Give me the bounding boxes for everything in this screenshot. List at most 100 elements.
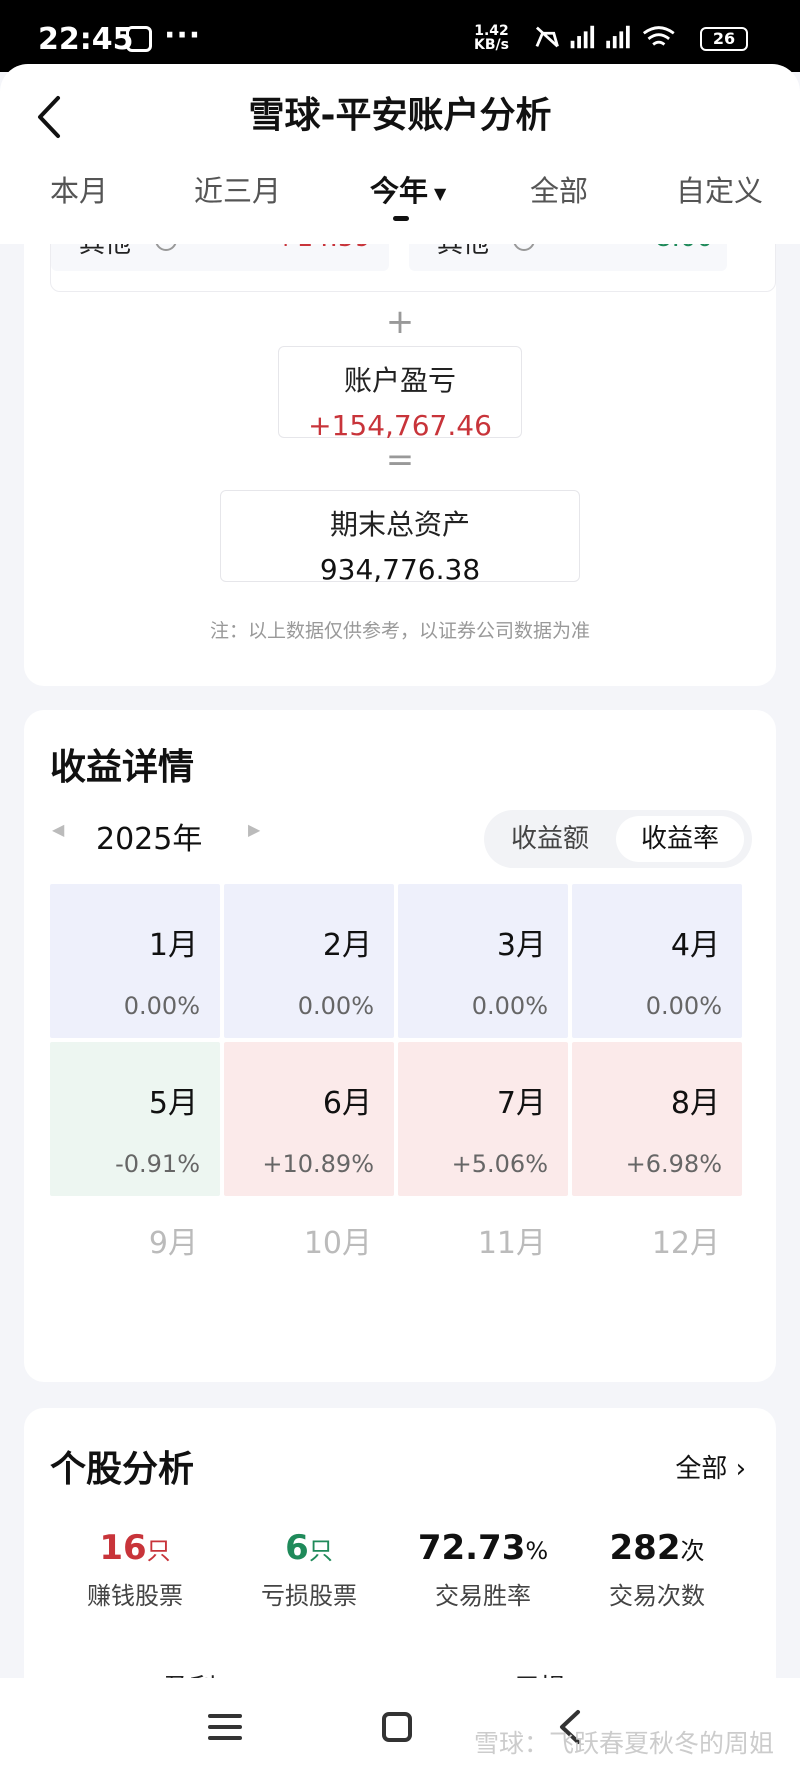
equals-sign: =: [385, 440, 415, 480]
tab-last-three-months[interactable]: 近三月: [194, 168, 281, 210]
month-label: 4月: [670, 928, 720, 963]
month-label: 12月: [651, 1226, 720, 1261]
month-cell[interactable]: 6月 +10.89%: [224, 1042, 394, 1196]
stat-unit: 只: [146, 1537, 171, 1565]
tab-this-year-label: 今年: [370, 174, 429, 208]
stat-value: 282: [609, 1528, 681, 1568]
stopwatch-icon: [126, 26, 152, 52]
stat-value: 16: [99, 1528, 147, 1568]
returns-mode-toggle: 收益额 收益率: [484, 810, 752, 868]
month-label: 5月: [148, 1086, 198, 1121]
month-cell[interactable]: 5月 -0.91%: [50, 1042, 220, 1196]
watermark-text: 雪球：飞跃春夏秋冬的周姐: [474, 1729, 775, 1758]
month-label: 7月: [496, 1086, 546, 1121]
month-cell[interactable]: 4月 0.00%: [572, 884, 742, 1038]
stat-label: 赚钱股票: [87, 1582, 183, 1610]
month-rate: -0.91%: [115, 1150, 200, 1178]
month-rate: 0.00%: [297, 992, 374, 1020]
tab-custom[interactable]: 自定义: [676, 168, 763, 210]
end-assets-value: 934,776.38: [319, 553, 481, 586]
expense-other-label: 其他: [437, 244, 490, 259]
month-label: 1月: [148, 928, 198, 963]
month-label: 6月: [322, 1086, 372, 1121]
stat-unit: 只: [308, 1537, 333, 1565]
stat-label: 交易次数: [609, 1582, 705, 1610]
end-assets-box: 期末总资产 934,776.38: [220, 490, 580, 586]
stat-value: 6: [285, 1528, 309, 1568]
stat-value: 72.73: [417, 1528, 526, 1568]
next-year-icon[interactable]: ▶: [248, 820, 260, 839]
plus-sign: +: [385, 302, 415, 342]
month-rate: 0.00%: [123, 992, 200, 1020]
expense-other-value: -8.00: [646, 244, 713, 253]
disclaimer-note: 注：以上数据仅供参考，以证券公司数据为准: [209, 620, 590, 642]
month-cell[interactable]: 7月 +5.06%: [398, 1042, 568, 1196]
toggle-rate-button[interactable]: 收益率: [616, 816, 744, 862]
more-notifications-icon: ···: [164, 18, 202, 53]
active-tab-indicator: [393, 216, 409, 221]
app-header: 雪球-平安账户分析 本月 近三月 今年 ▼ 全部 自定义: [0, 64, 800, 244]
signal-wifi-icons: [535, 25, 675, 49]
view-all-link[interactable]: 全部 ›: [675, 1448, 746, 1485]
stat-trade-count: 282次 交易次数: [572, 1528, 742, 1611]
info-icon[interactable]: i: [155, 244, 177, 251]
end-assets-label: 期末总资产: [329, 508, 470, 541]
chevron-right-icon: ›: [727, 1454, 746, 1484]
home-icon[interactable]: [372, 1702, 422, 1752]
stat-win-rate: 72.73% 交易胜率: [398, 1528, 568, 1611]
tab-all[interactable]: 全部: [530, 168, 588, 210]
battery-indicator: 26: [700, 27, 748, 51]
status-time: 22:45: [38, 22, 134, 57]
stocks-section-title: 个股分析: [50, 1449, 195, 1490]
net-speed-unit: KB/s: [474, 37, 509, 53]
stat-unit: 次: [680, 1537, 705, 1565]
stat-losing-stocks: 6只 亏损股票: [224, 1528, 394, 1611]
tab-this-year[interactable]: 今年 ▼: [370, 168, 446, 210]
month-cell: 9月: [50, 1200, 220, 1280]
month-cell[interactable]: 8月 +6.98%: [572, 1042, 742, 1196]
period-tabs: 本月 近三月 今年 ▼ 全部 自定义: [0, 160, 800, 224]
caret-down-icon: ▼: [434, 183, 447, 203]
month-rate: +10.89%: [262, 1150, 374, 1178]
stat-winning-stocks: 16只 赚钱股票: [50, 1528, 220, 1611]
returns-detail-card: 收益详情 ◀ 2025年 ▶ 收益额 收益率 1月 0.00% 2月 0.00%…: [24, 710, 776, 1382]
month-label: 9月: [148, 1226, 198, 1261]
month-label: 10月: [303, 1226, 372, 1261]
income-other-row: 其他 i +14.59: [51, 244, 389, 271]
other-items-table: 其他 i +14.59 其他 i -8.00: [50, 244, 776, 292]
prev-year-icon[interactable]: ◀: [52, 820, 64, 839]
month-cell: 12月: [572, 1200, 742, 1280]
net-speed: 1.42 KB/s: [474, 24, 509, 52]
month-rate: 0.00%: [645, 992, 722, 1020]
month-rate: +6.98%: [625, 1150, 722, 1178]
income-other-value: +14.59: [275, 244, 371, 253]
month-cell[interactable]: 1月 0.00%: [50, 884, 220, 1038]
expense-other-row: 其他 i -8.00: [409, 244, 727, 271]
month-cell[interactable]: 2月 0.00%: [224, 884, 394, 1038]
menu-icon[interactable]: [200, 1702, 250, 1752]
stat-label: 交易胜率: [435, 1582, 531, 1610]
stat-unit: %: [525, 1537, 549, 1565]
page-title: 雪球-平安账户分析: [248, 95, 552, 136]
month-label: 3月: [496, 928, 546, 963]
month-label: 8月: [670, 1086, 720, 1121]
month-cell[interactable]: 3月 0.00%: [398, 884, 568, 1038]
month-cell: 10月: [224, 1200, 394, 1280]
returns-section-title: 收益详情: [50, 747, 195, 788]
tab-this-month[interactable]: 本月: [50, 168, 108, 210]
toggle-amount-button[interactable]: 收益额: [490, 816, 610, 862]
year-label: 2025年: [96, 822, 203, 857]
net-speed-value: 1.42: [474, 23, 509, 39]
stat-label: 亏损股票: [261, 1582, 357, 1610]
month-rate: +5.06%: [451, 1150, 548, 1178]
income-other-label: 其他: [79, 244, 132, 259]
month-label: 11月: [477, 1226, 546, 1261]
account-pnl-box: 账户盈亏 +154,767.46: [278, 346, 522, 442]
account-summary-card: 其他 i +14.59 其他 i -8.00 + 账户盈亏 +154,767.4…: [24, 244, 776, 686]
info-icon[interactable]: i: [513, 244, 535, 251]
month-cell: 11月: [398, 1200, 568, 1280]
view-all-label: 全部: [675, 1454, 728, 1484]
account-pnl-value: +154,767.46: [308, 409, 492, 442]
account-pnl-label: 账户盈亏: [343, 364, 456, 397]
status-bar: 22:45 ··· 1.42 KB/s 26: [0, 0, 800, 72]
